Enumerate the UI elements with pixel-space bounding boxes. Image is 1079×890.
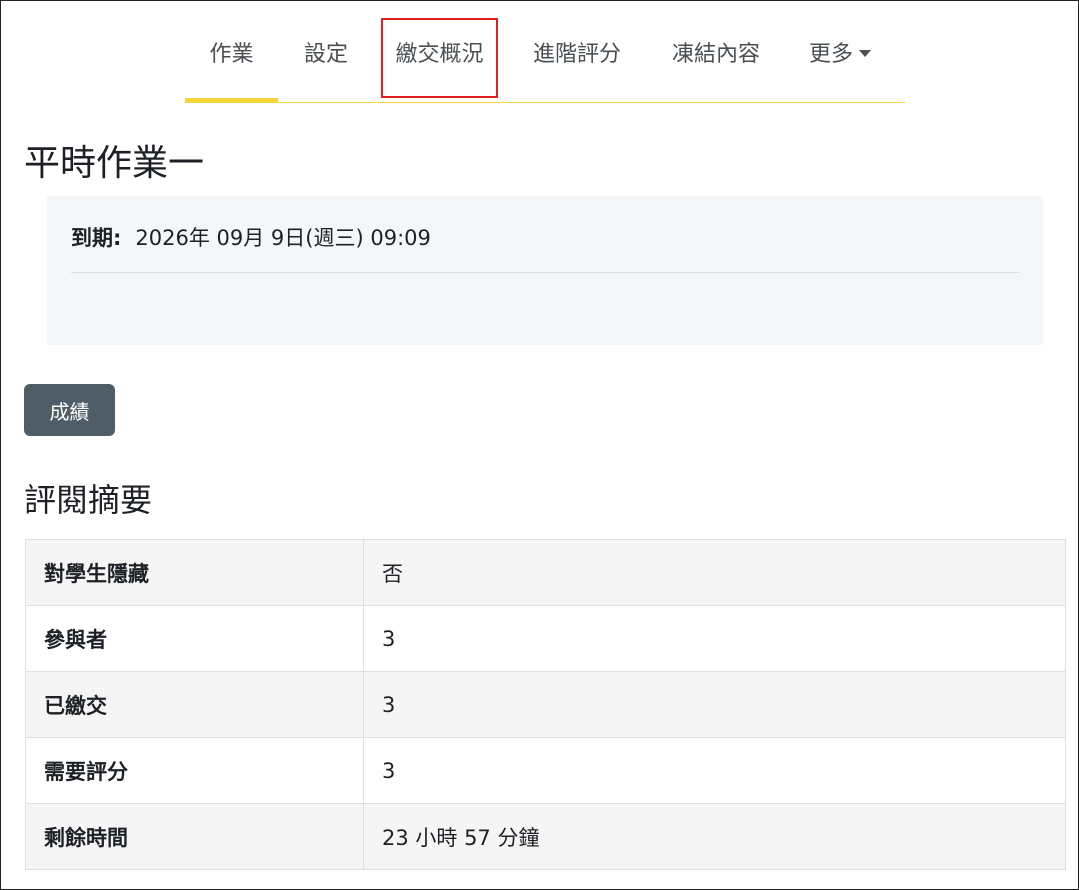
row-value-participants: 3 [363,605,1066,672]
page-frame: 作業 設定 繳交概況 進階評分 凍結內容 更多 平時作業一 到期: 2026年 0… [0,0,1079,890]
tab-advanced-grading[interactable]: 進階評分 [519,1,635,101]
grades-button[interactable]: 成績 [24,384,115,436]
tab-label: 設定 [303,42,348,67]
table-row: 對學生隱藏 否 [25,539,1066,606]
tab-locked-content[interactable]: 凍結內容 [657,1,775,101]
tab-submissions[interactable]: 繳交概況 [383,1,496,101]
row-label-needs-grading: 需要評分 [25,737,364,804]
tab-label: 進階評分 [532,42,621,67]
page-title: 平時作業一 [24,143,205,184]
row-label-participants: 參與者 [25,605,364,672]
row-label-time-remaining: 剩餘時間 [25,803,364,870]
row-value-time-remaining: 23 小時 57 分鐘 [363,803,1066,870]
table-row: 已繳交 3 [25,671,1066,738]
grading-summary-table: 對學生隱藏 否 參與者 3 已繳交 3 需要評分 3 剩餘時間 23 小時 57… [25,539,1066,870]
tab-more[interactable]: 更多 [795,1,885,101]
table-row: 剩餘時間 23 小時 57 分鐘 [25,803,1066,870]
row-value-submitted: 3 [363,671,1066,738]
due-date-value: 2026年 09月 9日(週三) 09:09 [135,226,431,250]
row-value-hidden-from-students: 否 [363,539,1066,606]
table-row: 需要評分 3 [25,737,1066,804]
tab-settings[interactable]: 設定 [287,1,365,101]
row-value-needs-grading: 3 [363,737,1066,804]
grading-summary-heading: 評閱摘要 [24,481,153,519]
dates-box: 到期: 2026年 09月 9日(週三) 09:09 [47,196,1043,345]
tab-label: 繳交概況 [395,42,484,67]
tab-assignment[interactable]: 作業 [185,1,278,102]
due-date-label: 到期: [71,226,122,250]
caret-down-icon [859,49,871,57]
row-label-submitted: 已繳交 [25,671,364,738]
row-label-hidden-from-students: 對學生隱藏 [25,539,364,606]
divider [71,272,1019,273]
due-date-row: 到期: 2026年 09月 9日(週三) 09:09 [71,222,431,252]
tab-label: 作業 [209,42,254,67]
tab-label: 更多 [808,42,853,67]
table-row: 參與者 3 [25,605,1066,672]
secondary-navigation: 作業 設定 繳交概況 進階評分 凍結內容 更多 [185,1,905,103]
tab-label: 凍結內容 [671,42,760,67]
